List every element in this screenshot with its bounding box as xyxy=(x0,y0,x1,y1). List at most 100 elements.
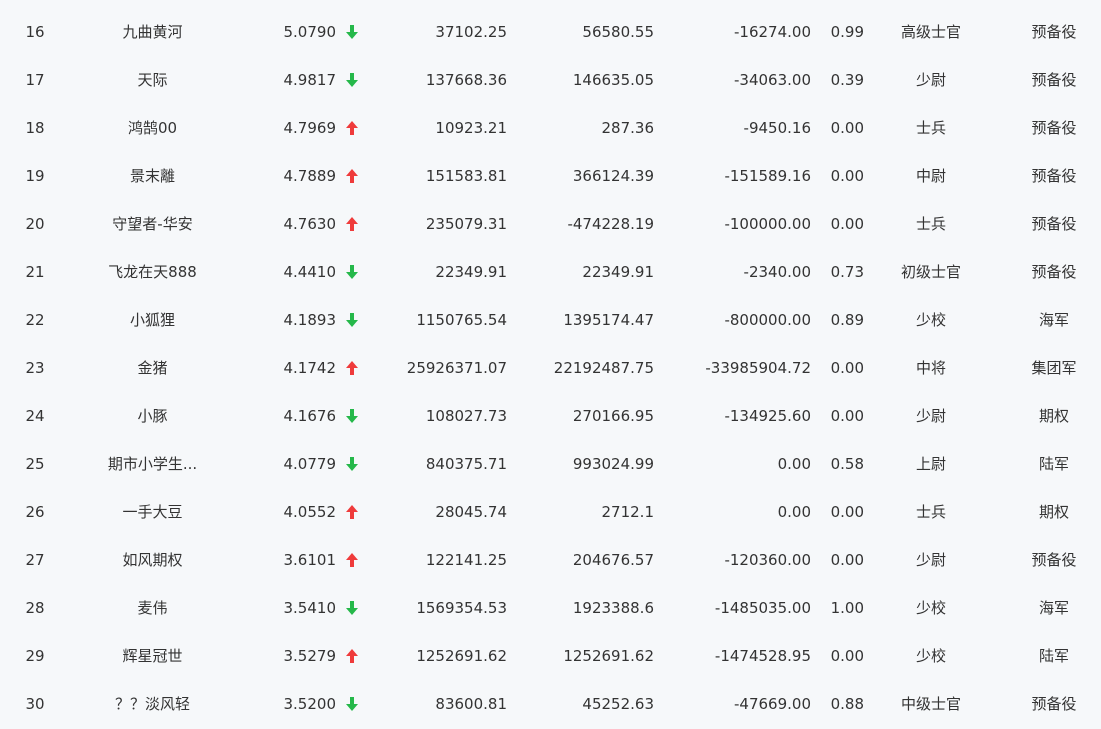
rank-title-cell: 中尉 xyxy=(915,167,946,185)
trend-cell xyxy=(343,56,361,104)
username-link[interactable]: 九曲黄河 xyxy=(80,8,225,56)
value-a-cell: 151583.81 xyxy=(425,167,507,185)
value-c-cell: -100000.00 xyxy=(724,215,811,233)
score-cell: 4.7889 xyxy=(283,167,337,185)
score-cell: 3.6101 xyxy=(283,551,337,569)
rank-title-cell: 士兵 xyxy=(915,215,946,233)
table-row[interactable]: 22 小狐狸 4.1893 1150765.54 1395174.47 -800000.0… xyxy=(0,296,1101,344)
score-cell: 3.5279 xyxy=(283,647,337,665)
value-b-cell: 1395174.47 xyxy=(563,311,654,329)
score-cell: 3.5200 xyxy=(283,695,337,713)
value-a-cell: 37102.25 xyxy=(435,23,507,41)
trend-cell xyxy=(343,488,361,536)
table-row[interactable]: 19 景末離 4.7889 151583.81 366124.39 -151589.16 0… xyxy=(0,152,1101,200)
rank-cell: 21 xyxy=(25,263,45,281)
username-link[interactable]: 景末離 xyxy=(80,152,225,200)
username-link[interactable]: 金猪 xyxy=(80,344,225,392)
rank-cell: 25 xyxy=(25,455,45,473)
score-cell: 5.0790 xyxy=(283,23,337,41)
rank-cell: 17 xyxy=(25,71,45,89)
rank-title-cell: 少校 xyxy=(915,599,946,617)
ratio-cell: 1.00 xyxy=(830,599,864,617)
value-a-cell: 22349.91 xyxy=(435,263,507,281)
group-cell: 集团军 xyxy=(1031,359,1077,377)
score-cell: 4.9817 xyxy=(283,71,337,89)
value-c-cell: -9450.16 xyxy=(743,119,811,137)
username-link[interactable]: ？？淡风轻 xyxy=(80,680,225,728)
trend-cell xyxy=(343,8,361,56)
rank-cell: 26 xyxy=(25,503,45,521)
score-cell: 4.1676 xyxy=(283,407,337,425)
group-cell: 预备役 xyxy=(1031,695,1077,713)
rank-cell: 24 xyxy=(25,407,45,425)
rank-cell: 23 xyxy=(25,359,45,377)
rank-title-cell: 士兵 xyxy=(915,119,946,137)
username-link[interactable]: 飞龙在天888 xyxy=(80,248,225,296)
group-cell: 预备役 xyxy=(1031,215,1077,233)
arrow-down-icon xyxy=(346,73,358,87)
username-link[interactable]: 小豚 xyxy=(80,392,225,440)
rank-cell: 19 xyxy=(25,167,45,185)
ranking-table: 16 九曲黄河 5.0790 37102.25 56580.55 -16274.00 0.9… xyxy=(0,8,1101,728)
table-row[interactable]: 21 飞龙在天888 4.4410 22349.91 22349.91 -2340.00 0… xyxy=(0,248,1101,296)
table-row[interactable]: 30 ？？淡风轻 3.5200 83600.81 45252.63 -47669.00 0.… xyxy=(0,680,1101,728)
username-link[interactable]: 麦伟 xyxy=(80,584,225,632)
value-b-cell: 270166.95 xyxy=(572,407,654,425)
value-b-cell: 993024.99 xyxy=(572,455,654,473)
table-row[interactable]: 24 小豚 4.1676 108027.73 270166.95 -134925.60 0.… xyxy=(0,392,1101,440)
ratio-cell: 0.00 xyxy=(830,119,864,137)
value-a-cell: 1252691.62 xyxy=(416,647,507,665)
rank-cell: 18 xyxy=(25,119,45,137)
table-row[interactable]: 23 金猪 4.1742 25926371.07 22192487.75 -3398590… xyxy=(0,344,1101,392)
table-row[interactable]: 27 如风期权 3.6101 122141.25 204676.57 -120360.00… xyxy=(0,536,1101,584)
table-row[interactable]: 18 鸿鹄00 4.7969 10923.21 287.36 -9450.16 0.00 士兵… xyxy=(0,104,1101,152)
group-cell: 预备役 xyxy=(1031,263,1077,281)
username-link[interactable]: 守望者-华安 xyxy=(80,200,225,248)
rank-title-cell: 士兵 xyxy=(915,503,946,521)
value-a-cell: 10923.21 xyxy=(435,119,507,137)
username-link[interactable]: 小狐狸 xyxy=(80,296,225,344)
value-a-cell: 122141.25 xyxy=(425,551,507,569)
username-link[interactable]: 辉星冠世 xyxy=(80,632,225,680)
trend-cell xyxy=(343,296,361,344)
table-row[interactable]: 25 期市小学生... 4.0779 840375.71 993024.99 0.00 0.… xyxy=(0,440,1101,488)
value-c-cell: -120360.00 xyxy=(724,551,811,569)
rank-title-cell: 少校 xyxy=(915,311,946,329)
group-cell: 海军 xyxy=(1038,599,1069,617)
value-a-cell: 1569354.53 xyxy=(416,599,507,617)
trend-cell xyxy=(343,152,361,200)
username-link[interactable]: 期市小学生... xyxy=(80,440,225,488)
value-a-cell: 235079.31 xyxy=(425,215,507,233)
username-link[interactable]: 天际 xyxy=(80,56,225,104)
value-b-cell: 366124.39 xyxy=(572,167,654,185)
trend-cell xyxy=(343,392,361,440)
ratio-cell: 0.58 xyxy=(830,455,864,473)
trend-cell xyxy=(343,680,361,728)
rank-title-cell: 上尉 xyxy=(915,455,946,473)
table-row[interactable]: 17 天际 4.9817 137668.36 146635.05 -34063.00 0.3… xyxy=(0,56,1101,104)
value-c-cell: 0.00 xyxy=(777,503,811,521)
value-b-cell: 204676.57 xyxy=(572,551,654,569)
value-a-cell: 28045.74 xyxy=(435,503,507,521)
rank-cell: 20 xyxy=(25,215,45,233)
value-a-cell: 1150765.54 xyxy=(416,311,507,329)
arrow-up-icon xyxy=(346,361,358,375)
value-c-cell: -16274.00 xyxy=(734,23,811,41)
username-link[interactable]: 鸿鹄00 xyxy=(80,104,225,152)
ratio-cell: 0.73 xyxy=(830,263,864,281)
table-row[interactable]: 16 九曲黄河 5.0790 37102.25 56580.55 -16274.00 0.9… xyxy=(0,8,1101,56)
table-row[interactable]: 26 一手大豆 4.0552 28045.74 2712.1 0.00 0.00 士兵 期权 xyxy=(0,488,1101,536)
table-row[interactable]: 20 守望者-华安 4.7630 235079.31 -474228.19 -100000… xyxy=(0,200,1101,248)
value-b-cell: 146635.05 xyxy=(572,71,654,89)
table-row[interactable]: 29 辉星冠世 3.5279 1252691.62 1252691.62 -1474528… xyxy=(0,632,1101,680)
arrow-up-icon xyxy=(346,649,358,663)
group-cell: 预备役 xyxy=(1031,23,1077,41)
score-cell: 4.1893 xyxy=(283,311,337,329)
username-link[interactable]: 一手大豆 xyxy=(80,488,225,536)
rank-cell: 27 xyxy=(25,551,45,569)
username-link[interactable]: 如风期权 xyxy=(80,536,225,584)
ratio-cell: 0.89 xyxy=(830,311,864,329)
trend-cell xyxy=(343,536,361,584)
arrow-down-icon xyxy=(346,265,358,279)
table-row[interactable]: 28 麦伟 3.5410 1569354.53 1923388.6 -1485035.00… xyxy=(0,584,1101,632)
